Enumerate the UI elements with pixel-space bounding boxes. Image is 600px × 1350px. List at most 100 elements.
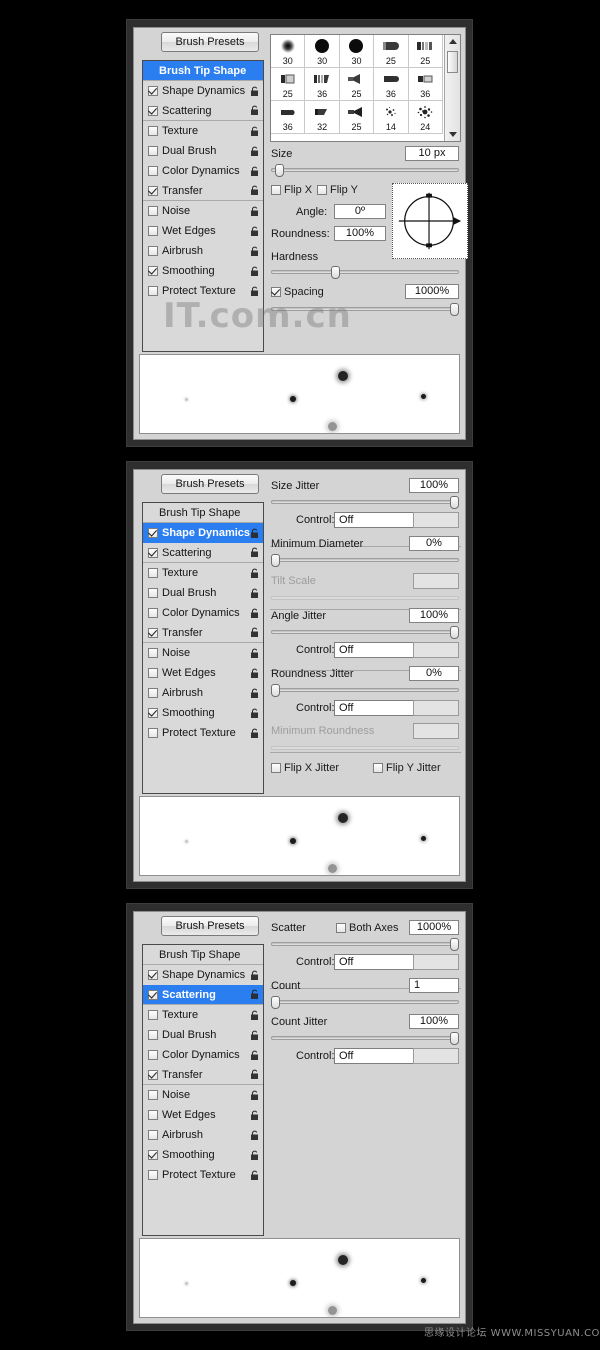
sidebar-item-shape-dynamics[interactable]: Shape Dynamics xyxy=(143,81,263,101)
checkbox-transfer[interactable] xyxy=(148,627,158,638)
sidebar-item-shape-dynamics[interactable]: Shape Dynamics xyxy=(143,523,263,543)
checkbox-color-dynamics[interactable] xyxy=(148,166,158,176)
checkbox-dual-brush[interactable] xyxy=(148,1030,158,1040)
checkbox-wet-edges[interactable] xyxy=(148,668,158,678)
flip-y-jitter-row[interactable]: Flip Y Jitter xyxy=(373,762,441,774)
spacing-checkbox-row[interactable]: Spacing xyxy=(271,286,324,298)
checkbox-scattering[interactable] xyxy=(148,989,158,1000)
sidebar-item-protect-texture[interactable]: Protect Texture xyxy=(143,281,263,301)
sidebar-item-noise[interactable]: Noise xyxy=(143,643,263,663)
checkbox-texture[interactable] xyxy=(148,568,158,578)
scroll-down-arrow-icon[interactable] xyxy=(449,132,457,137)
lock-icon[interactable] xyxy=(250,206,260,217)
lock-icon[interactable] xyxy=(250,588,260,599)
sidebar-item-color-dynamics[interactable]: Color Dynamics xyxy=(143,1045,263,1065)
angle-jitter-value-input[interactable]: 100% xyxy=(409,608,459,623)
lock-icon[interactable] xyxy=(250,708,260,719)
angle-jitter-slider[interactable] xyxy=(271,626,459,639)
checkbox-transfer[interactable] xyxy=(148,1069,158,1080)
sidebar-item-scattering[interactable]: Scattering xyxy=(143,101,263,121)
checkbox-flip-y-jitter[interactable] xyxy=(373,763,383,773)
brush-presets-button[interactable]: Brush Presets xyxy=(161,916,259,936)
sidebar-item-protect-texture[interactable]: Protect Texture xyxy=(143,723,263,743)
slider-knob[interactable] xyxy=(450,1032,459,1045)
scatter-slider[interactable] xyxy=(271,938,459,951)
slider-knob[interactable] xyxy=(274,164,284,177)
checkbox-flip-x-jitter[interactable] xyxy=(271,763,281,773)
sidebar-item-brush-tip-shape[interactable]: Brush Tip Shape xyxy=(143,945,263,965)
lock-icon[interactable] xyxy=(250,246,260,257)
brush-preset-cell[interactable]: 24 xyxy=(408,101,443,134)
minimum-diameter-slider[interactable] xyxy=(271,554,459,567)
sidebar-item-scattering[interactable]: Scattering xyxy=(143,985,263,1005)
brush-preset-cells[interactable]: 30 30 30 25 25 25 36 25 36 36 36 32 25 1… xyxy=(271,35,443,134)
scroll-up-arrow-icon[interactable] xyxy=(449,39,457,44)
brush-grid-scrollbar[interactable] xyxy=(444,35,460,141)
sidebar-item-transfer[interactable]: Transfer xyxy=(143,623,263,643)
size-value-input[interactable]: 10 px xyxy=(405,146,459,161)
angle-roundness-preview[interactable] xyxy=(392,183,468,259)
count-jitter-slider[interactable] xyxy=(271,1032,459,1045)
brush-option-list-1[interactable]: Brush Tip Shape Shape Dynamics Scatterin… xyxy=(142,60,264,352)
brush-preset-cell[interactable]: 30 xyxy=(339,35,375,68)
sidebar-item-protect-texture[interactable]: Protect Texture xyxy=(143,1165,263,1185)
brush-preset-cell[interactable]: 30 xyxy=(305,35,340,68)
checkbox-protect-texture[interactable] xyxy=(148,286,158,296)
checkbox-airbrush[interactable] xyxy=(148,246,158,256)
brush-preset-cell[interactable]: 32 xyxy=(305,101,340,134)
lock-icon[interactable] xyxy=(250,1090,260,1101)
scatter-value-input[interactable]: 1000% xyxy=(409,920,459,935)
sidebar-item-airbrush[interactable]: Airbrush xyxy=(143,683,263,703)
lock-icon[interactable] xyxy=(250,86,260,97)
brush-preset-cell[interactable]: 36 xyxy=(374,68,409,101)
brush-preset-cell[interactable]: 25 xyxy=(271,68,306,101)
sidebar-item-wet-edges[interactable]: Wet Edges xyxy=(143,663,263,683)
sidebar-item-texture[interactable]: Texture xyxy=(143,563,263,583)
lock-icon[interactable] xyxy=(250,1030,260,1041)
checkbox-flip-x[interactable] xyxy=(271,185,281,195)
sidebar-item-smoothing[interactable]: Smoothing xyxy=(143,703,263,723)
checkbox-shape-dynamics[interactable] xyxy=(148,528,158,538)
sidebar-item-dual-brush[interactable]: Dual Brush xyxy=(143,1025,263,1045)
sidebar-item-color-dynamics[interactable]: Color Dynamics xyxy=(143,161,263,181)
size-jitter-value-input[interactable]: 100% xyxy=(409,478,459,493)
checkbox-flip-y[interactable] xyxy=(317,185,327,195)
brush-preset-cell[interactable]: 36 xyxy=(271,101,306,134)
sidebar-item-wet-edges[interactable]: Wet Edges xyxy=(143,221,263,241)
sidebar-item-texture[interactable]: Texture xyxy=(143,1005,263,1025)
checkbox-smoothing[interactable] xyxy=(148,266,158,276)
brush-preset-grid[interactable]: 30 30 30 25 25 25 36 25 36 36 36 32 25 1… xyxy=(270,34,461,142)
count-jitter-control-aux[interactable] xyxy=(413,1048,459,1064)
brush-presets-button[interactable]: Brush Presets xyxy=(161,32,259,52)
lock-icon[interactable] xyxy=(250,1110,260,1121)
checkbox-protect-texture[interactable] xyxy=(148,1170,158,1180)
checkbox-shape-dynamics[interactable] xyxy=(148,970,158,980)
lock-icon[interactable] xyxy=(250,989,260,1000)
both-axes-row[interactable]: Both Axes xyxy=(336,922,399,934)
lock-icon[interactable] xyxy=(250,266,260,277)
angle-jitter-control-aux[interactable] xyxy=(413,642,459,658)
slider-knob[interactable] xyxy=(450,303,459,316)
lock-icon[interactable] xyxy=(250,627,260,638)
sidebar-item-noise[interactable]: Noise xyxy=(143,1085,263,1105)
lock-icon[interactable] xyxy=(250,1069,260,1080)
brush-preset-cell[interactable]: 36 xyxy=(408,68,443,101)
checkbox-smoothing[interactable] xyxy=(148,1150,158,1160)
sidebar-item-airbrush[interactable]: Airbrush xyxy=(143,1125,263,1145)
sidebar-item-smoothing[interactable]: Smoothing xyxy=(143,1145,263,1165)
checkbox-texture[interactable] xyxy=(148,1010,158,1020)
hardness-slider[interactable] xyxy=(271,266,459,279)
lock-icon[interactable] xyxy=(250,528,260,539)
checkbox-shape-dynamics[interactable] xyxy=(148,86,158,96)
count-value-input[interactable]: 1 xyxy=(409,978,459,993)
scatter-control-aux[interactable] xyxy=(413,954,459,970)
roundness-value-input[interactable]: 100% xyxy=(334,226,386,241)
checkbox-dual-brush[interactable] xyxy=(148,146,158,156)
checkbox-noise[interactable] xyxy=(148,648,158,658)
sidebar-item-dual-brush[interactable]: Dual Brush xyxy=(143,141,263,161)
lock-icon[interactable] xyxy=(250,185,260,196)
roundness-jitter-value-input[interactable]: 0% xyxy=(409,666,459,681)
lock-icon[interactable] xyxy=(250,286,260,297)
lock-icon[interactable] xyxy=(250,970,260,981)
scrollbar-thumb[interactable] xyxy=(447,51,458,73)
